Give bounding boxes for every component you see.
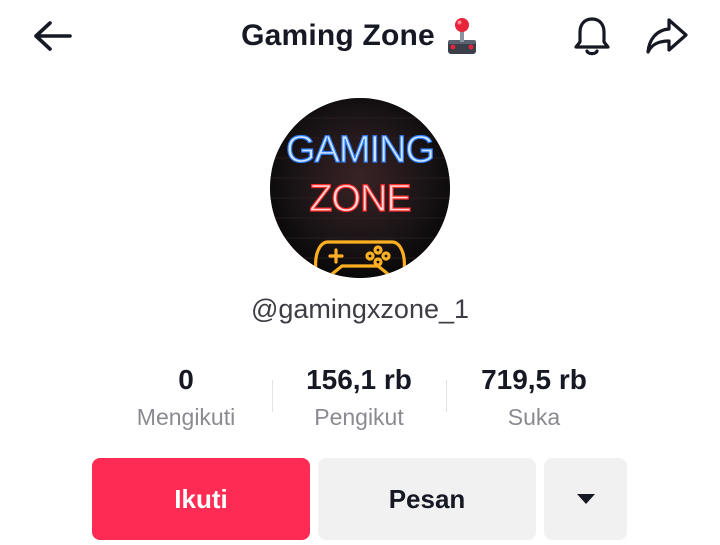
stat-following[interactable]: 0 Mengikuti [106,362,266,431]
username: @gamingxzone_1 [250,294,470,324]
share-arrow-icon [646,18,688,54]
message-button[interactable]: Pesan [318,458,536,540]
joystick-icon [447,18,476,54]
svg-text:ZONE: ZONE [309,178,411,220]
divider [272,380,273,412]
stat-label: Pengikut [314,404,404,430]
divider [446,380,447,412]
share-button[interactable] [642,12,692,60]
stat-value: 719,5 rb [481,364,587,395]
stat-followers[interactable]: 156,1 rb Pengikut [279,362,439,431]
stat-label: Suka [507,404,561,430]
avatar-image: GAMING ZONE [270,98,450,278]
follow-button[interactable]: Ikuti [92,458,310,540]
stat-value: 0 [178,364,194,395]
top-bar: Gaming Zone [0,0,720,72]
bell-icon [574,17,610,56]
caret-down-icon [576,494,595,504]
svg-text:GAMING: GAMING [286,129,434,171]
stat-likes[interactable]: 719,5 rb Suka [454,362,614,431]
notification-bell-button[interactable] [568,12,616,60]
profile-avatar[interactable]: GAMING ZONE [270,98,450,278]
more-options-button[interactable] [544,458,627,540]
page-title: Gaming Zone [241,19,435,52]
stat-value: 156,1 rb [306,364,412,395]
stat-label: Mengikuti [136,404,236,430]
profile-stats: 0 Mengikuti 156,1 rb Pengikut 719,5 rb S… [0,362,720,442]
